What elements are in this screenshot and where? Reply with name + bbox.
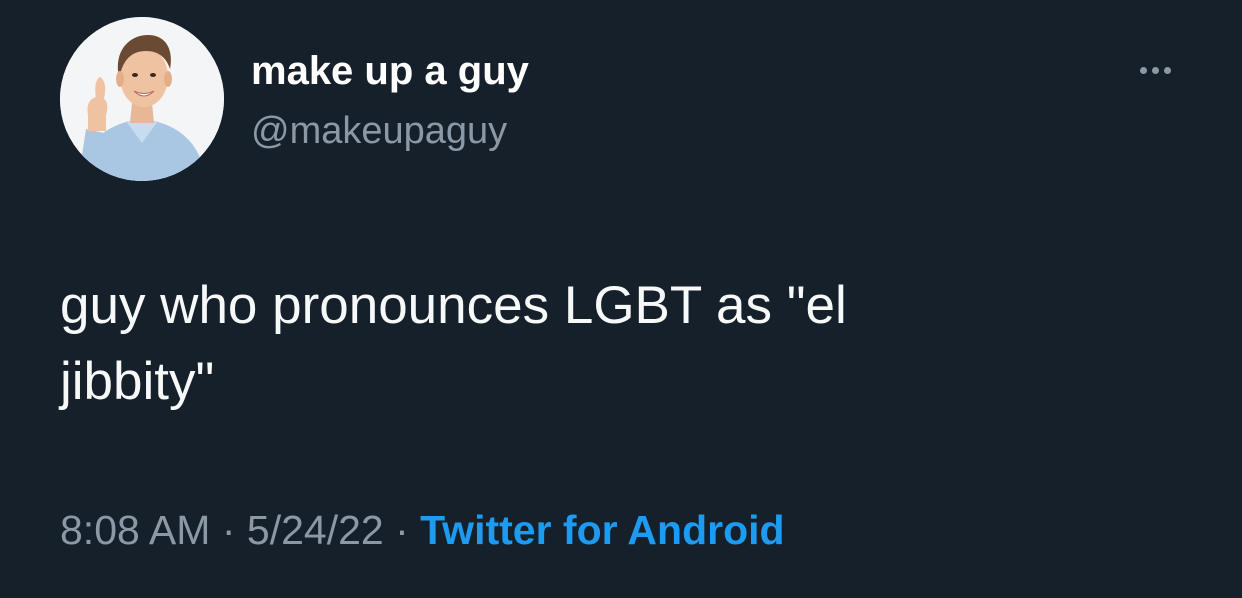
meta-separator: · xyxy=(395,507,420,553)
dot xyxy=(1151,66,1159,74)
tweet-date[interactable]: 5/24/22 xyxy=(247,507,384,553)
dot xyxy=(1163,66,1171,74)
tweet-meta: 8:08 AM · 5/24/22 · Twitter for Android xyxy=(60,505,785,555)
separator-dot: · xyxy=(395,507,409,553)
dot xyxy=(1139,66,1147,74)
tweet-time[interactable]: 8:08 AM xyxy=(60,507,210,553)
more-options-icon[interactable] xyxy=(1130,58,1180,82)
tweet-source-link[interactable]: Twitter for Android xyxy=(420,507,784,553)
tweet: make up a guy @makeupaguy guy who pronou… xyxy=(0,0,1242,598)
avatar[interactable] xyxy=(60,17,224,181)
profile-photo-icon xyxy=(60,17,224,181)
tweet-text: guy who pronounces LGBT as "el jibbity" xyxy=(60,276,847,411)
user-handle[interactable]: @makeupaguy xyxy=(251,107,507,155)
separator-dot: · xyxy=(221,507,236,553)
meta-separator: · xyxy=(222,507,247,553)
display-name[interactable]: make up a guy xyxy=(251,46,529,96)
